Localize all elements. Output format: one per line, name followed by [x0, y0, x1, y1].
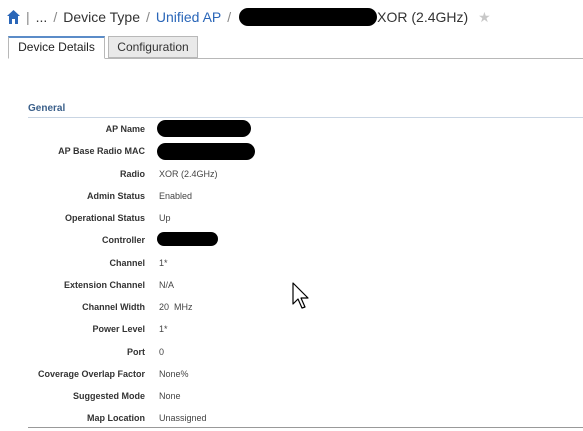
section-title-general: General	[28, 103, 583, 118]
tab-bar: Device Details Configuration	[8, 36, 583, 59]
field-label: Suggested Mode	[72, 391, 145, 401]
field-label: Channel	[109, 258, 145, 268]
field-row-radio: Radio XOR (2.4GHz)	[0, 169, 583, 183]
breadcrumb: | ... / Device Type / Unified AP / XOR (…	[0, 0, 583, 34]
field-row-base-radio-mac: AP Base Radio MAC	[0, 143, 583, 160]
field-label: AP Base Radio MAC	[58, 146, 145, 156]
field-label: Port	[127, 347, 145, 357]
field-row-map-location: Map Location Unassigned	[0, 413, 583, 427]
field-label: Extension Channel	[63, 280, 145, 290]
breadcrumb-ellipsis[interactable]: ...	[36, 9, 48, 25]
field-value: None	[159, 391, 181, 401]
tab-configuration[interactable]: Configuration	[108, 36, 198, 58]
field-value: None%	[159, 369, 189, 379]
field-value: 1*	[159, 258, 168, 268]
breadcrumb-separator: /	[145, 9, 150, 25]
field-label: Radio	[119, 169, 145, 179]
breadcrumb-radio: XOR (2.4GHz)	[377, 9, 469, 25]
field-label: Coverage Overlap Factor	[37, 369, 145, 379]
home-icon[interactable]	[7, 10, 20, 24]
field-label: Controller	[101, 235, 145, 245]
redacted-value	[157, 120, 251, 137]
field-label: Power Level	[92, 324, 145, 334]
section-divider	[28, 427, 583, 428]
field-value: XOR (2.4GHz)	[159, 169, 218, 179]
field-row-port: Port 0	[0, 347, 583, 361]
breadcrumb-unified-ap[interactable]: Unified AP	[156, 9, 221, 25]
field-label: Operational Status	[64, 213, 145, 223]
field-value: 1*	[159, 324, 168, 334]
field-row-ap-name: AP Name	[0, 120, 583, 138]
breadcrumb-separator: |	[26, 9, 30, 25]
redacted-value	[157, 232, 218, 246]
field-row-coverage-overlap-factor: Coverage Overlap Factor None%	[0, 369, 583, 383]
field-row-channel: Channel 1*	[0, 258, 583, 272]
cursor-icon	[292, 282, 309, 309]
field-value: N/A	[159, 280, 175, 290]
field-row-power-level: Power Level 1*	[0, 324, 583, 338]
field-value: Enabled	[159, 191, 193, 201]
redacted-value	[157, 143, 255, 160]
field-value: Up	[159, 213, 171, 223]
field-label: Channel Width	[82, 302, 145, 312]
field-row-admin-status: Admin Status Enabled	[0, 191, 583, 205]
field-value: 20 MHz	[159, 302, 193, 312]
field-row-controller: Controller	[0, 232, 583, 249]
breadcrumb-separator: /	[227, 9, 232, 25]
breadcrumb-device-type[interactable]: Device Type	[63, 9, 140, 25]
tab-device-details[interactable]: Device Details	[8, 36, 105, 59]
field-value: 0	[159, 347, 165, 357]
redacted-ap-name	[239, 8, 378, 26]
field-row-suggested-mode: Suggested Mode None	[0, 391, 583, 405]
breadcrumb-separator: /	[53, 9, 58, 25]
star-icon[interactable]: ★	[478, 9, 491, 26]
field-value: Unassigned	[159, 413, 207, 423]
field-label: Admin Status	[86, 191, 145, 201]
field-row-operational-status: Operational Status Up	[0, 213, 583, 227]
field-label: AP Name	[105, 124, 145, 134]
field-label: Map Location	[87, 413, 145, 423]
